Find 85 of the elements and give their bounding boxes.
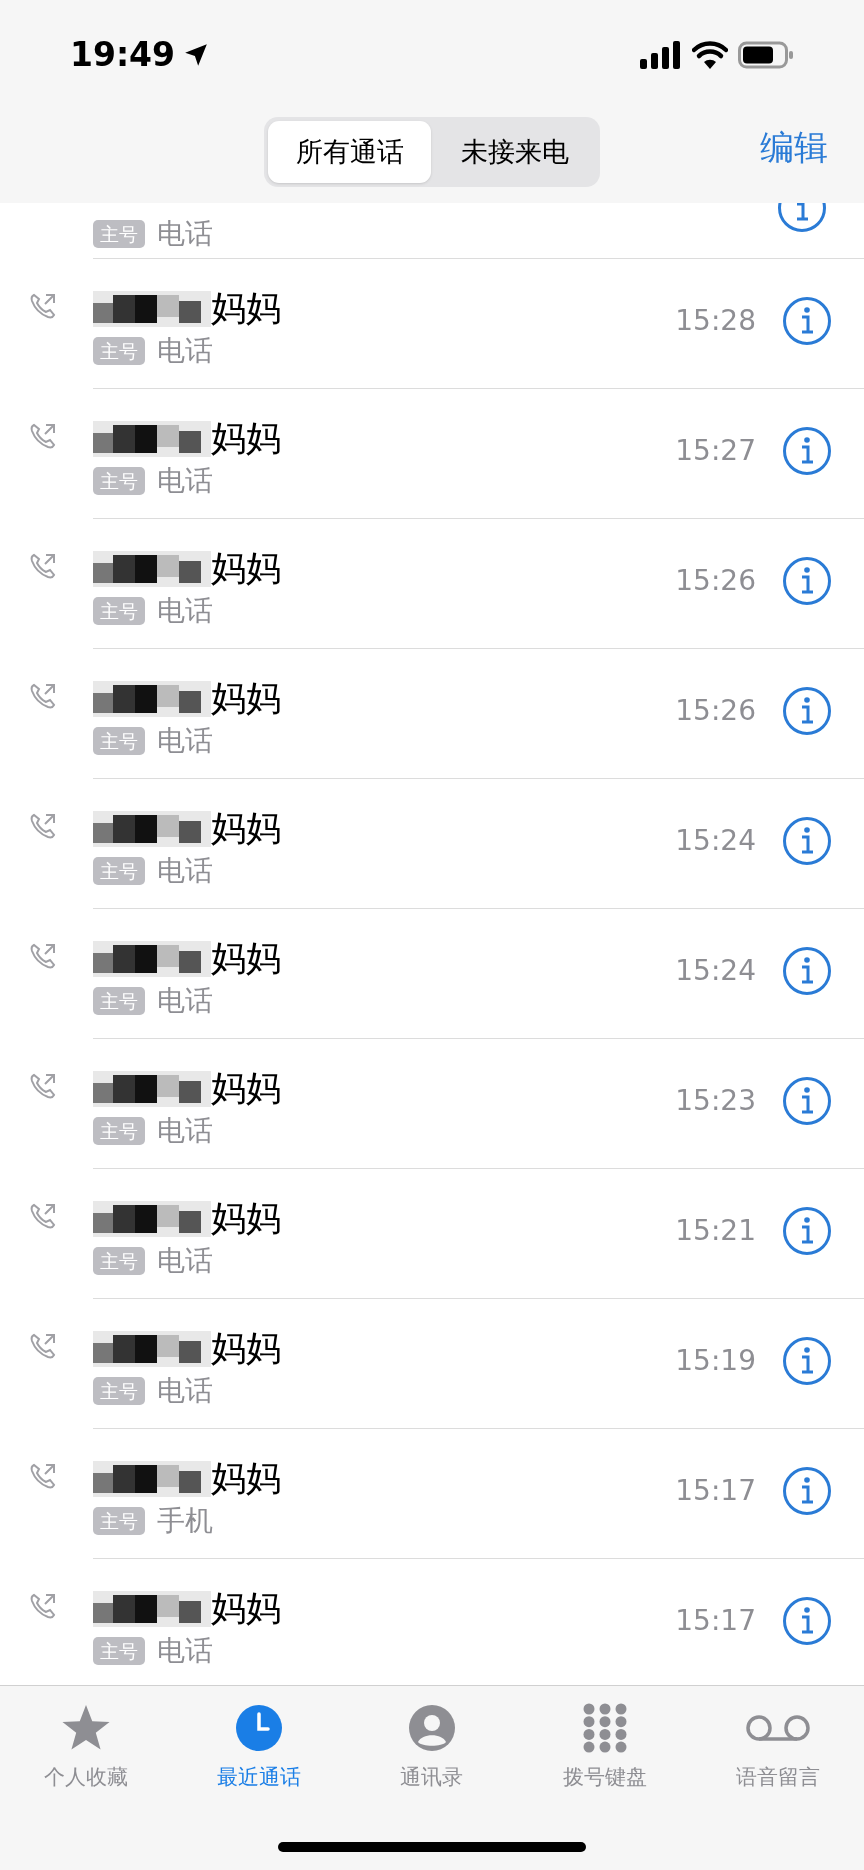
info-icon[interactable]: [782, 1595, 832, 1646]
segment-tab[interactable]: 所有通话: [268, 121, 431, 183]
battery-icon: [738, 41, 794, 69]
outgoing-call-icon: [28, 1591, 58, 1621]
line-badge: 主号: [93, 336, 145, 365]
contact-name: 妈妈: [211, 1591, 281, 1626]
outgoing-call-icon: [28, 941, 58, 971]
line-badge: 主号: [93, 596, 145, 625]
voicemail-icon: [744, 1713, 811, 1743]
info-icon[interactable]: [782, 685, 832, 736]
call-type: 电话: [157, 336, 213, 365]
person-icon: [408, 1704, 456, 1752]
line-badge: 主号: [93, 1376, 145, 1405]
line-badge: 主号: [93, 1246, 145, 1275]
line-badge: 主号: [93, 466, 145, 495]
line-badge: 主号: [93, 1116, 145, 1145]
tab-bar-item[interactable]: 拨号键盘: [518, 1702, 692, 1870]
call-time: 15:26: [675, 692, 756, 729]
call-time: 15:23: [675, 1082, 756, 1119]
info-icon[interactable]: [782, 815, 832, 866]
outgoing-call-icon: [28, 811, 58, 841]
call-type: 电话: [157, 596, 213, 625]
call-time: 15:24: [675, 952, 756, 989]
call-type: 手机: [157, 1506, 213, 1535]
contact-name: 妈妈: [211, 551, 281, 586]
info-icon[interactable]: [782, 425, 832, 476]
outgoing-call-icon: [28, 551, 58, 581]
clock-icon: [235, 1704, 284, 1752]
wifi-icon: [692, 41, 728, 69]
call-type: 电话: [157, 220, 213, 248]
contact-name: 妈妈: [211, 1331, 281, 1366]
call-type: 电话: [157, 726, 213, 755]
contact-name: 妈妈: [211, 421, 281, 456]
tab-bar-item[interactable]: 语音留言: [691, 1702, 864, 1870]
call-type: 电话: [157, 986, 213, 1015]
contact-name: 妈妈: [211, 291, 281, 326]
call-type: 电话: [157, 1116, 213, 1145]
line-badge: 主号: [93, 1636, 145, 1665]
contact-name: 妈妈: [211, 941, 281, 976]
contact-name: 妈妈: [211, 1071, 281, 1106]
call-type: 电话: [157, 1376, 213, 1405]
info-icon[interactable]: [782, 1335, 832, 1386]
call-type: 电话: [157, 856, 213, 885]
call-time: 15:19: [675, 1342, 756, 1379]
line-badge: 主号: [93, 726, 145, 755]
contact-name: 妈妈: [211, 681, 281, 716]
line-badge: 主号: [93, 1506, 145, 1535]
call-time: 15:17: [675, 1602, 756, 1639]
info-icon[interactable]: [782, 295, 832, 346]
edit-button[interactable]: 编辑: [760, 130, 828, 164]
call-time: 15:28: [675, 302, 756, 339]
info-icon[interactable]: [782, 1205, 832, 1256]
contact-name: 妈妈: [211, 1461, 281, 1496]
tab-bar-item[interactable]: 最近通话: [172, 1702, 346, 1870]
location-arrow-icon: [183, 42, 210, 68]
star-icon: [61, 1704, 112, 1752]
call-type: 电话: [157, 466, 213, 495]
line-badge: 主号: [93, 220, 145, 248]
signal-icon: [640, 41, 682, 69]
outgoing-call-icon: [28, 421, 58, 451]
tab-bar-item[interactable]: 个人收藏: [0, 1702, 173, 1870]
outgoing-call-icon: [28, 1201, 58, 1231]
call-time: 15:24: [675, 822, 756, 859]
call-type: 电话: [157, 1636, 213, 1665]
call-time: 15:27: [675, 432, 756, 469]
outgoing-call-icon: [28, 1071, 58, 1101]
outgoing-call-icon: [28, 1331, 58, 1361]
info-icon[interactable]: [782, 1465, 832, 1516]
call-time: 15:21: [675, 1212, 756, 1249]
call-time: 15:26: [675, 562, 756, 599]
call-time: 15:17: [675, 1472, 756, 1509]
info-icon[interactable]: [782, 945, 832, 996]
keypad-icon: [581, 1703, 628, 1753]
outgoing-call-icon: [28, 1461, 58, 1491]
outgoing-call-icon: [28, 291, 58, 321]
info-icon[interactable]: [782, 1075, 832, 1126]
contact-name: 妈妈: [211, 1201, 281, 1236]
contact-name: 妈妈: [211, 811, 281, 846]
line-badge: 主号: [93, 856, 145, 885]
call-type: 电话: [157, 1246, 213, 1275]
segment-tab[interactable]: 未接来电: [433, 121, 596, 183]
outgoing-call-icon: [28, 681, 58, 711]
status-time: 19:49: [70, 34, 176, 77]
line-badge: 主号: [93, 986, 145, 1015]
info-icon[interactable]: [782, 555, 832, 606]
